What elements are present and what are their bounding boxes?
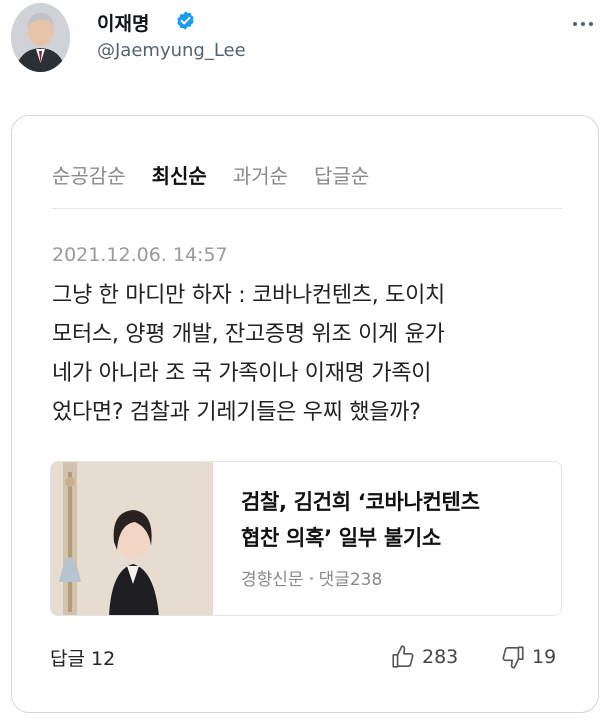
dot xyxy=(589,22,593,26)
like-count: 283 xyxy=(422,646,459,668)
article-source: 경향신문 xyxy=(241,570,304,590)
article-comment-count: 댓글238 xyxy=(318,570,383,590)
separator-dot xyxy=(309,576,313,580)
comment-line: 모터스, 양평 개발, 잔고증명 위조 이게 윤가 xyxy=(52,322,445,347)
thumbnail-image xyxy=(51,462,213,615)
tweet-header: 이재명 @Jaemyung_Lee xyxy=(0,0,606,90)
comment-timestamp: 2021.12.06. 14:57 xyxy=(52,244,228,266)
tab-latest[interactable]: 최신순 xyxy=(152,160,207,190)
article-meta: 경향신문 댓글238 xyxy=(241,565,382,590)
avatar[interactable] xyxy=(11,3,70,72)
thumbs-up-icon xyxy=(392,645,414,668)
author-name[interactable]: 이재명 xyxy=(97,9,149,36)
divider xyxy=(52,208,562,209)
dot xyxy=(573,22,577,26)
dot xyxy=(581,22,585,26)
comment-line: 네가 아니라 조 국 가족이나 이재명 가족이 xyxy=(52,361,432,386)
thumbs-down-icon xyxy=(502,646,524,669)
comment-line: 었다면? 검찰과 기레기들은 우찌 했을까? xyxy=(52,400,421,425)
tab-replies[interactable]: 답글순 xyxy=(314,160,369,190)
screenshot-card: 순공감순 최신순 과거순 답글순 2021.12.06. 14:57 그냥 한 … xyxy=(11,115,599,713)
news-article-link[interactable]: 검찰, 김건희 ‘코바나컨텐츠 협찬 의혹’ 일부 불기소 경향신문 댓글238 xyxy=(50,461,562,616)
sort-tabs: 순공감순 최신순 과거순 답글순 xyxy=(52,160,369,190)
article-title-line: 협찬 의혹’ 일부 불기소 xyxy=(241,526,441,550)
avatar-image xyxy=(11,3,70,72)
author-handle[interactable]: @Jaemyung_Lee xyxy=(97,40,246,61)
article-thumbnail xyxy=(51,462,213,615)
comment-line: 그냥 한 마디만 하자 : 코바나컨텐츠, 도이치 xyxy=(52,283,445,308)
more-options-icon[interactable] xyxy=(568,14,598,34)
comment-footer: 답글 12 283 19 xyxy=(50,644,562,674)
dislike-count: 19 xyxy=(532,646,557,668)
verified-badge-icon xyxy=(177,11,194,30)
tab-oldest[interactable]: 과거순 xyxy=(233,160,288,190)
reply-button[interactable]: 답글 12 xyxy=(50,644,115,671)
article-title-line: 검찰, 김건희 ‘코바나컨텐츠 xyxy=(241,490,480,514)
article-title[interactable]: 검찰, 김건희 ‘코바나컨텐츠 협찬 의혹’ 일부 불기소 xyxy=(241,484,551,556)
dislike-button[interactable]: 19 xyxy=(500,644,556,670)
like-button[interactable]: 283 xyxy=(390,644,458,670)
tab-popular[interactable]: 순공감순 xyxy=(52,160,126,190)
comment-text: 그냥 한 마디만 하자 : 코바나컨텐츠, 도이치 모터스, 양평 개발, 잔고… xyxy=(52,276,562,432)
